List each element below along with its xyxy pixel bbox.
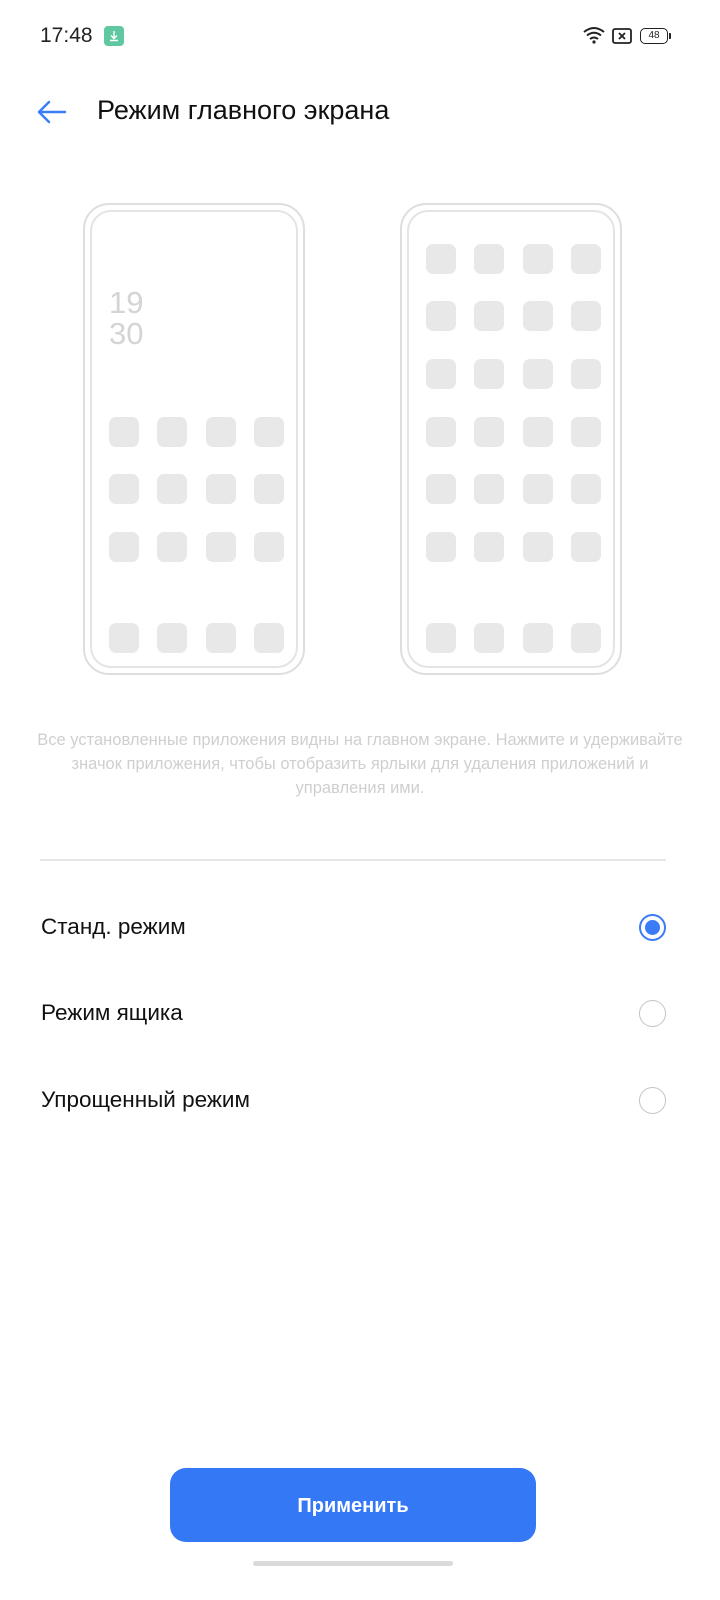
option-standard-mode[interactable]: Станд. режим — [0, 884, 720, 970]
option-label: Режим ящика — [41, 1000, 183, 1025]
preview-app-tile — [523, 474, 553, 504]
preview-app-tile — [474, 417, 504, 447]
sim-card-icon — [612, 28, 632, 49]
preview-app-tile — [109, 474, 139, 504]
download-notification-icon — [104, 26, 124, 46]
preview-app-tile — [109, 623, 139, 653]
preview-app-tile — [206, 532, 236, 562]
preview-app-tile — [109, 417, 139, 447]
preview-app-tile — [523, 417, 553, 447]
drawer-mode-preview — [400, 203, 622, 675]
preview-app-tile — [523, 244, 553, 274]
preview-clock-minute: 30 — [109, 316, 144, 351]
preview-app-tile — [157, 623, 187, 653]
preview-app-tile — [254, 417, 284, 447]
standard-mode-preview: 19 30 — [83, 203, 305, 675]
preview-app-tile — [254, 532, 284, 562]
option-simple-mode[interactable]: Упрощенный режим — [0, 1057, 720, 1143]
preview-app-tile — [571, 359, 601, 389]
preview-app-tile — [157, 417, 187, 447]
preview-app-tile — [571, 301, 601, 331]
preview-app-tile — [571, 474, 601, 504]
preview-app-tile — [206, 417, 236, 447]
preview-app-tile — [523, 301, 553, 331]
divider — [40, 859, 666, 861]
mode-description: Все установленные приложения видны на гл… — [37, 731, 683, 797]
option-drawer-mode[interactable]: Режим ящика — [0, 970, 720, 1056]
preview-app-tile — [254, 623, 284, 653]
status-time: 17:48 — [40, 24, 93, 47]
preview-app-tile — [426, 532, 456, 562]
radio-button[interactable] — [639, 1087, 666, 1114]
preview-app-tile — [426, 474, 456, 504]
option-label: Станд. режим — [41, 914, 186, 939]
preview-app-tile — [426, 301, 456, 331]
home-indicator — [253, 1561, 453, 1566]
back-arrow-icon[interactable] — [36, 96, 68, 128]
preview-app-tile — [571, 417, 601, 447]
preview-app-tile — [157, 474, 187, 504]
preview-app-tile — [571, 532, 601, 562]
radio-button[interactable] — [639, 914, 666, 941]
preview-app-tile — [254, 474, 284, 504]
apply-button[interactable]: Применить — [170, 1468, 536, 1542]
preview-app-tile — [474, 301, 504, 331]
preview-app-tile — [523, 359, 553, 389]
preview-app-tile — [571, 244, 601, 274]
preview-app-tile — [474, 623, 504, 653]
preview-clock-hour: 19 — [109, 285, 144, 320]
option-label: Упрощенный режим — [41, 1087, 250, 1112]
preview-app-tile — [474, 532, 504, 562]
preview-app-tile — [474, 474, 504, 504]
wifi-icon — [583, 26, 605, 49]
radio-button[interactable] — [639, 1000, 666, 1027]
preview-app-tile — [523, 623, 553, 653]
preview-app-tile — [426, 417, 456, 447]
preview-app-tile — [426, 244, 456, 274]
preview-app-tile — [474, 244, 504, 274]
preview-app-tile — [157, 532, 187, 562]
preview-app-tile — [109, 532, 139, 562]
preview-app-tile — [523, 532, 553, 562]
preview-app-tile — [571, 623, 601, 653]
battery-icon: 48 — [640, 28, 671, 44]
preview-app-tile — [426, 623, 456, 653]
preview-app-tile — [426, 359, 456, 389]
preview-app-tile — [206, 474, 236, 504]
preview-app-tile — [474, 359, 504, 389]
preview-app-tile — [206, 623, 236, 653]
page-title: Режим главного экрана — [97, 95, 390, 125]
